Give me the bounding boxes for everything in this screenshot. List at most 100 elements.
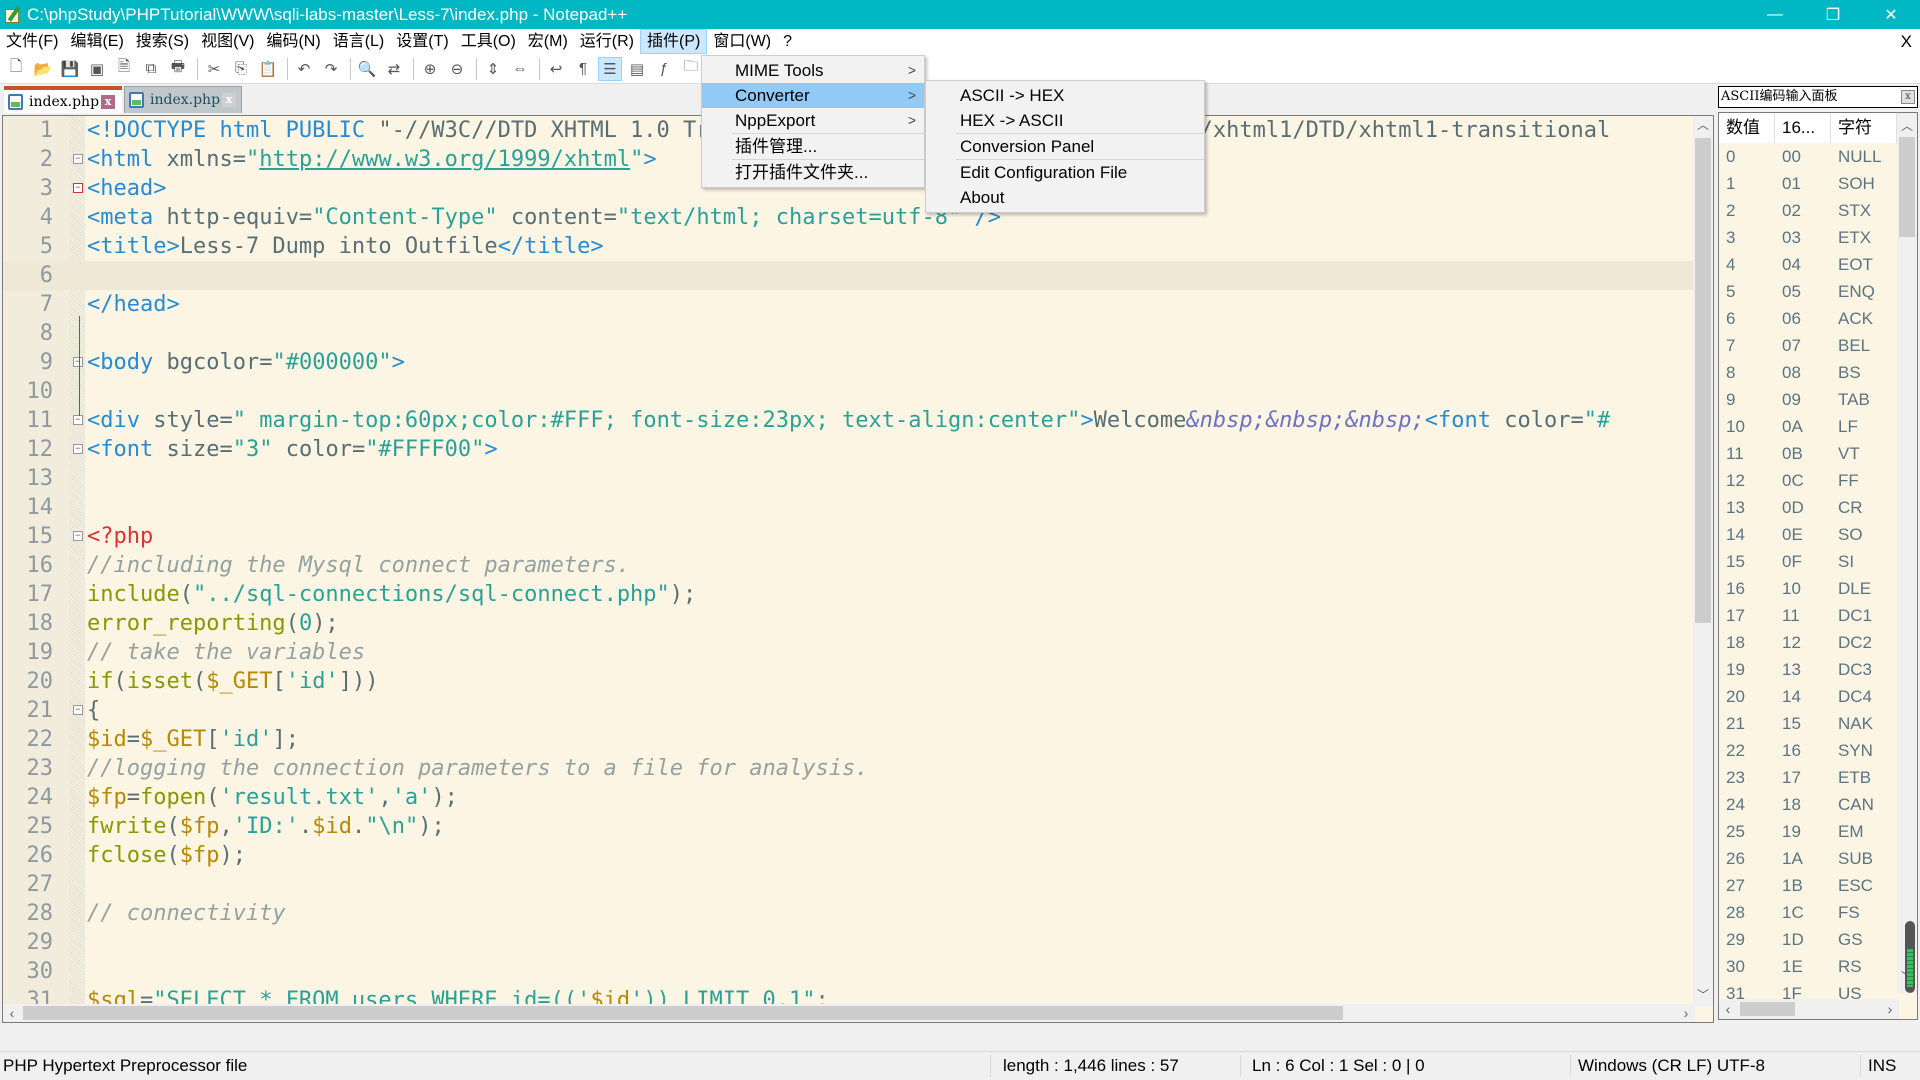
find-button[interactable]: 🔍 (355, 57, 379, 81)
ascii-table-row[interactable]: 26 1A SUB (1719, 845, 1917, 872)
code-line[interactable]: 11 − <div style=" margin-top:60px;color:#F… (3, 406, 1713, 435)
menu-item-conversion-panel[interactable]: Conversion Panel (926, 134, 1204, 159)
paste-button[interactable]: 📋 (256, 57, 280, 81)
ascii-table-row[interactable]: 0 00 NULL (1719, 143, 1917, 170)
ascii-table-row[interactable]: 7 07 BEL (1719, 332, 1917, 359)
resize-grip[interactable] (1905, 921, 1915, 993)
ascii-panel-close-icon[interactable]: x (1901, 90, 1915, 104)
menu-item-5[interactable]: 语言(L) (327, 29, 391, 54)
minimize-button[interactable]: — (1746, 0, 1804, 29)
ascii-table-row[interactable]: 18 12 DC2 (1719, 629, 1917, 656)
ascii-vertical-scrollbar[interactable]: ︿ ﹀ (1897, 113, 1917, 993)
ascii-table-row[interactable]: 27 1B ESC (1719, 872, 1917, 899)
editor-vscroll-thumb[interactable] (1695, 138, 1711, 623)
code-line[interactable]: 9 − <body bgcolor="#000000"> (3, 348, 1713, 377)
code-line[interactable]: 16 //including the Mysql connect paramete… (3, 551, 1713, 580)
ascii-table-row[interactable]: 24 18 CAN (1719, 791, 1917, 818)
fold-toggle-icon[interactable]: − (73, 357, 83, 367)
fold-toggle-icon[interactable]: − (73, 705, 83, 715)
column-header-char[interactable]: 字符 (1831, 113, 1897, 143)
ascii-table-row[interactable]: 20 14 DC4 (1719, 683, 1917, 710)
ascii-table-row[interactable]: 1 01 SOH (1719, 170, 1917, 197)
ascii-horizontal-scrollbar[interactable]: ‹ › (1719, 999, 1899, 1019)
editor-hscroll-thumb[interactable] (23, 1006, 1343, 1020)
code-line[interactable]: 25 fwrite($fp,'ID:'.$id."\n"); (3, 812, 1713, 841)
ascii-table[interactable]: 数值 16... 字符 0 00 NULL 1 01 SOH 2 02 STX 3 03 ETX 4 04… (1718, 112, 1918, 1020)
menu-item-nppexport[interactable]: NppExport > (702, 108, 924, 133)
code-line[interactable]: 30 (3, 957, 1713, 986)
menu-item-ascii-hex[interactable]: ASCII -> HEX (926, 83, 1204, 108)
menu-item-about[interactable]: About (926, 185, 1204, 210)
editor-horizontal-scrollbar[interactable]: ‹ › (3, 1004, 1695, 1022)
code-line[interactable]: 28 // connectivity (3, 899, 1713, 928)
menu-item-11[interactable]: 窗口(W) (707, 29, 777, 54)
ascii-table-row[interactable]: 19 13 DC3 (1719, 656, 1917, 683)
ascii-table-row[interactable]: 15 0F SI (1719, 548, 1917, 575)
status-eol-encoding[interactable]: Windows (CR LF) UTF-8 (1578, 1052, 1765, 1079)
code-line[interactable]: 20 if(isset($_GET['id'])) (3, 667, 1713, 696)
code-line[interactable]: 18 error_reporting(0); (3, 609, 1713, 638)
code-line[interactable]: 13 (3, 464, 1713, 493)
tab-index-php[interactable]: index.php x (124, 86, 242, 113)
code-line[interactable]: 21 −{ (3, 696, 1713, 725)
column-header-hex[interactable]: 16... (1775, 113, 1831, 143)
zoom-in-button[interactable]: ⊕ (418, 57, 442, 81)
ascii-table-row[interactable]: 11 0B VT (1719, 440, 1917, 467)
code-line[interactable]: 7 </head> (3, 290, 1713, 319)
ascii-table-row[interactable]: 29 1D GS (1719, 926, 1917, 953)
scroll-up-icon[interactable]: ︿ (1897, 117, 1917, 134)
menu-item-1[interactable]: 编辑(E) (64, 29, 129, 54)
ascii-table-row[interactable]: 22 16 SYN (1719, 737, 1917, 764)
scroll-left-icon[interactable]: ‹ (1719, 999, 1737, 1019)
ascii-table-row[interactable]: 9 09 TAB (1719, 386, 1917, 413)
menu-item-8[interactable]: 宏(M) (522, 29, 574, 54)
function-list-button[interactable]: ƒ (652, 57, 676, 81)
menu-item-mime-tools[interactable]: MIME Tools > (702, 58, 924, 83)
ascii-vscroll-thumb[interactable] (1899, 137, 1915, 237)
maximize-button[interactable]: ❐ (1804, 0, 1862, 29)
code-line[interactable]: 24 $fp=fopen('result.txt','a'); (3, 783, 1713, 812)
menu-item-9[interactable]: 运行(R) (574, 29, 640, 54)
ascii-table-row[interactable]: 30 1E RS (1719, 953, 1917, 980)
close-all-button[interactable]: ⧉ (139, 57, 163, 81)
sync-vertical-button[interactable]: ⇕ (481, 57, 505, 81)
print-button[interactable]: 🖶 (166, 57, 190, 81)
ascii-table-row[interactable]: 21 15 NAK (1719, 710, 1917, 737)
code-line[interactable]: 22 $id=$_GET['id']; (3, 725, 1713, 754)
ascii-table-row[interactable]: 4 04 EOT (1719, 251, 1917, 278)
redo-button[interactable]: ↷ (319, 57, 343, 81)
scroll-down-icon[interactable]: ﹀ (1693, 986, 1713, 1006)
menu-item-4[interactable]: 编码(N) (260, 29, 326, 54)
ascii-table-row[interactable]: 25 19 EM (1719, 818, 1917, 845)
sync-horizontal-button[interactable]: ⇔ (508, 57, 532, 81)
code-line[interactable]: 6 (3, 261, 1713, 290)
ascii-table-row[interactable]: 16 10 DLE (1719, 575, 1917, 602)
ascii-table-row[interactable]: 6 06 ACK (1719, 305, 1917, 332)
fold-toggle-icon[interactable]: − (73, 154, 83, 164)
ascii-table-row[interactable]: 3 03 ETX (1719, 224, 1917, 251)
menu-item-0[interactable]: 文件(F) (0, 29, 64, 54)
ascii-table-row[interactable]: 8 08 BS (1719, 359, 1917, 386)
doc-map-button[interactable]: ▤ (625, 57, 649, 81)
column-header-decimal[interactable]: 数值 (1719, 113, 1775, 143)
code-line[interactable]: 27 (3, 870, 1713, 899)
ascii-table-row[interactable]: 28 1C FS (1719, 899, 1917, 926)
code-line[interactable]: 19 // take the variables (3, 638, 1713, 667)
code-line[interactable]: 8 (3, 319, 1713, 348)
menu-item-2[interactable]: 搜索(S) (130, 29, 195, 54)
status-insert-mode[interactable]: INS (1868, 1052, 1896, 1079)
menu-item-12[interactable]: ? (777, 29, 798, 54)
code-editor[interactable]: 1 <!DOCTYPE html PUBLIC "-//W3C//DTD XHTM… (2, 115, 1714, 1023)
scroll-left-icon[interactable]: ‹ (3, 1004, 21, 1022)
menu-item-hex-ascii[interactable]: HEX -> ASCII (926, 108, 1204, 133)
close-button[interactable]: 🗎 (112, 57, 136, 81)
code-line[interactable]: 5 <title>Less-7 Dump into Outfile</title> (3, 232, 1713, 261)
ascii-table-row[interactable]: 12 0C FF (1719, 467, 1917, 494)
code-line[interactable]: 17 include("../sql-connections/sql-connec… (3, 580, 1713, 609)
code-line[interactable]: 4 <meta http-equiv="Content-Type" content… (3, 203, 1713, 232)
replace-button[interactable]: ⇄ (382, 57, 406, 81)
code-line[interactable]: 23 //logging the connection parameters to… (3, 754, 1713, 783)
close-window-button[interactable]: ✕ (1862, 0, 1920, 29)
ascii-table-row[interactable]: 13 0D CR (1719, 494, 1917, 521)
fold-toggle-icon[interactable]: − (73, 444, 83, 454)
